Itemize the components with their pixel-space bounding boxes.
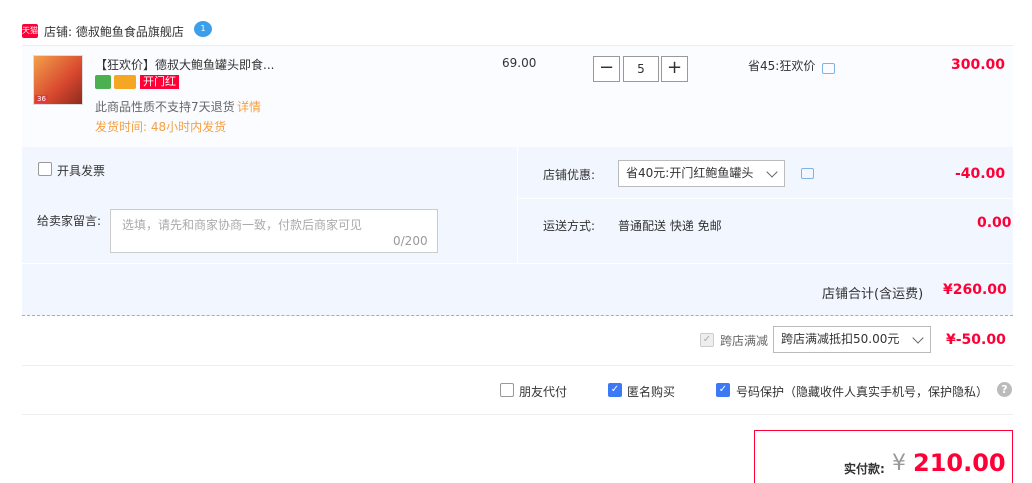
service-icon: [95, 75, 111, 89]
shop-discount-value: 省40元:开门红鲍鱼罐头: [626, 166, 754, 180]
help-icon[interactable]: ?: [997, 382, 1012, 397]
anonymous-label[interactable]: 匿名购买: [627, 383, 675, 400]
shipping-method: 普通配送 快递 免邮: [618, 219, 722, 233]
details-link[interactable]: 详情: [237, 98, 261, 115]
divider: [517, 198, 1013, 199]
product-title[interactable]: 【狂欢价】德叔大鲍鱼罐头即食...: [95, 56, 274, 73]
message-icon[interactable]: [801, 168, 814, 179]
invoice-label[interactable]: 开具发票: [57, 162, 105, 179]
divider: [22, 414, 1013, 415]
cross-store-select[interactable]: 跨店满减抵扣50.00元: [773, 326, 931, 353]
shop-total-value: ¥260.00: [943, 282, 1007, 298]
shop-discount-label: 店铺优惠:: [543, 168, 596, 182]
unit-price: 69.00: [502, 56, 537, 70]
promo-tag: 开门红: [140, 75, 179, 89]
friend-pay-checkbox[interactable]: [500, 383, 514, 397]
quantity-decrease-button[interactable]: −: [593, 56, 620, 82]
cross-store-label: 跨店满减: [720, 334, 769, 348]
shipping-time: 发货时间: 48小时内发货: [95, 120, 227, 134]
shop-name[interactable]: 店铺: 德叔鲍鱼食品旗舰店: [44, 23, 184, 40]
message-icon[interactable]: [822, 63, 835, 74]
card-icon: [114, 75, 136, 89]
friend-pay-label[interactable]: 朋友代付: [519, 383, 567, 400]
message-char-count: 0/200: [393, 234, 428, 248]
thumbnail-badge: 36: [35, 95, 48, 103]
chevron-down-icon: [766, 166, 778, 178]
discount-info: 省45:狂欢价: [748, 59, 816, 73]
shop-discount-amount: -40.00: [955, 166, 1006, 182]
payment-label: 实付款:: [844, 462, 885, 476]
cross-store-checkbox[interactable]: ✓: [700, 333, 714, 347]
shipping-label: 运送方式:: [543, 219, 596, 233]
currency-symbol: ¥: [892, 451, 906, 476]
cross-store-amount: ¥-50.00: [946, 332, 1006, 348]
shop-total-label: 店铺合计(含运费): [822, 287, 924, 302]
quantity-input[interactable]: 5: [623, 56, 659, 82]
item-total: 300.00: [951, 57, 1006, 73]
no-return-notice: 此商品性质不支持7天退货: [95, 100, 235, 114]
message-placeholder: 选填，请先和商家协商一致，付款后商家可见: [122, 218, 363, 232]
shop-discount-select[interactable]: 省40元:开门红鲍鱼罐头: [618, 160, 785, 187]
anonymous-checkbox[interactable]: ✓: [608, 383, 622, 397]
quantity-increase-button[interactable]: +: [661, 56, 688, 82]
tmall-icon: 天猫: [22, 24, 38, 38]
privacy-checkbox[interactable]: ✓: [716, 383, 730, 397]
divider: [517, 147, 518, 264]
divider: [22, 263, 1013, 264]
privacy-label[interactable]: 号码保护（隐藏收件人真实手机号，保护隐私）: [736, 383, 988, 400]
cross-store-value: 跨店满减抵扣50.00元: [781, 332, 900, 346]
invoice-checkbox[interactable]: [38, 162, 52, 176]
payment-amount: 210.00: [913, 449, 1006, 477]
shipping-amount: 0.00: [977, 215, 1012, 231]
divider: [22, 365, 1013, 366]
chat-icon[interactable]: 1: [194, 21, 212, 37]
message-label: 给卖家留言:: [37, 214, 102, 228]
chevron-down-icon: [912, 332, 924, 344]
